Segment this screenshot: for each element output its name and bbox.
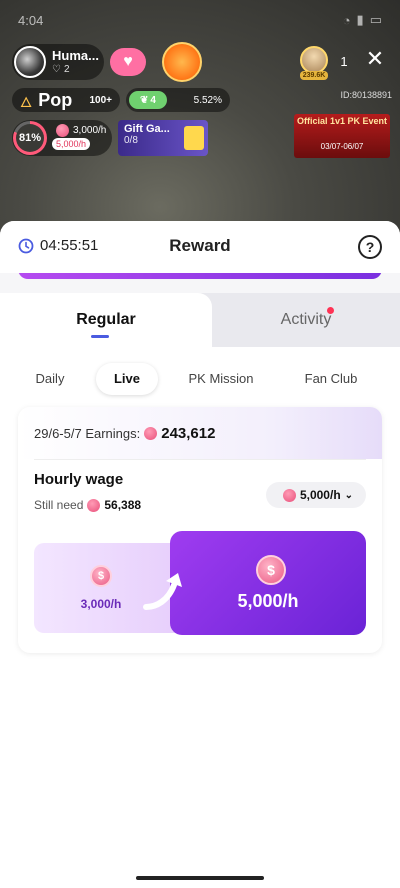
viewer-tag: 239.6K — [300, 71, 328, 80]
level-pill[interactable]: ❦ 4 5.52% — [126, 88, 230, 112]
popularity-rank: 100+ — [89, 94, 112, 106]
sheet-title: Reward — [169, 236, 231, 255]
tab-bar: Regular Activity — [0, 293, 400, 347]
dollar-coin-icon: $ — [90, 565, 112, 587]
gift-icon — [184, 126, 204, 150]
divider — [34, 459, 366, 460]
earnings-row: 29/6-5/7 Earnings: 243,612 — [18, 407, 382, 459]
crown-badge-icon[interactable] — [162, 42, 202, 82]
subtab-fan-club[interactable]: Fan Club — [296, 363, 366, 395]
goal-target: 5,000/h — [52, 138, 91, 151]
flame-icon: 🜂 — [20, 93, 33, 110]
host-avatar[interactable] — [14, 46, 46, 78]
sheet-header: 04:55:51 Reward ? — [0, 221, 400, 273]
coin-icon — [87, 498, 101, 512]
subtab-pk-mission[interactable]: PK Mission — [176, 363, 266, 395]
follow-button[interactable]: ♥ — [110, 48, 146, 76]
help-button[interactable]: ? — [358, 235, 382, 259]
status-bar: 4:04 ◔ ▮ ▭ — [0, 0, 400, 40]
rate-dropdown[interactable]: 5,000/h ⌄ — [266, 482, 366, 508]
chevron-down-icon: ⌄ — [344, 489, 354, 501]
still-need-row: Still need 56,388 — [34, 498, 141, 512]
level-value: 4 — [150, 94, 156, 106]
sheet-body: Daily Live PK Mission Fan Club 29/6-5/7 … — [0, 347, 400, 888]
still-need-value: 56,388 — [104, 498, 142, 512]
host-likes-count: 2 — [63, 63, 70, 75]
reward-sheet: 04:55:51 Reward ? Regular Activity Daily… — [0, 221, 400, 888]
wage-comparison: $ 3,000/h $ 5,000/h — [34, 531, 366, 635]
popularity-label: Pop — [38, 89, 73, 110]
home-indicator[interactable] — [136, 876, 264, 880]
coin-icon — [282, 488, 296, 502]
goal-percent: 81% — [16, 124, 44, 152]
viewer-avatar[interactable] — [300, 46, 328, 74]
dollar-coin-icon: $ — [256, 555, 286, 585]
heart-plus-icon: ♥ — [123, 53, 133, 70]
goal-progress-ring: 81% — [13, 121, 47, 155]
hourly-wage-title: Hourly wage — [34, 471, 124, 488]
earnings-value: 243,612 — [161, 424, 216, 442]
subtab-bar: Daily Live PK Mission Fan Club — [18, 363, 382, 395]
target-wage-rate: 5,000/h — [237, 591, 299, 611]
tab-active-indicator — [91, 335, 109, 338]
goal-rate-value: 3,000/h — [73, 125, 107, 137]
host-likes: ♡ 2 — [52, 64, 99, 75]
battery-icon: ▭ — [369, 12, 382, 27]
subtab-daily[interactable]: Daily — [18, 363, 82, 395]
earnings-label: 29/6-5/7 Earnings: — [34, 425, 141, 441]
host-id: ID:80138891 — [340, 90, 392, 100]
goal-rate: 3,000/h — [52, 124, 106, 138]
leaf-icon: ❦ — [140, 94, 149, 106]
subtab-live[interactable]: Live — [96, 363, 158, 395]
pk-event-banner[interactable]: Official 1v1 PK Event 03/07-06/07 — [294, 114, 390, 158]
status-time: 4:04 — [18, 12, 44, 28]
pk-event-title: Official 1v1 PK Event — [296, 116, 388, 126]
coin-icon — [144, 426, 158, 440]
still-need-label: Still need — [34, 498, 84, 512]
tab-activity[interactable]: Activity — [212, 293, 400, 347]
hourly-wage-card: 29/6-5/7 Earnings: 243,612 Hourly wage S… — [18, 407, 382, 653]
pk-event-dates: 03/07-06/07 — [320, 142, 364, 151]
tab-regular[interactable]: Regular — [0, 293, 212, 347]
status-icons: ◔ ▮ ▭ — [343, 12, 382, 28]
goal-pill[interactable]: 81% 3,000/h 5,000/h — [12, 120, 112, 156]
gift-game-card[interactable]: Gift Ga... 0/8 — [118, 120, 208, 156]
rate-selected: 5,000/h — [299, 488, 341, 502]
host-info[interactable]: Huma... ♡ 2 — [12, 44, 104, 80]
close-icon[interactable]: ✕ — [364, 48, 386, 70]
wifi-icon: ◔ — [342, 12, 351, 28]
popularity-pill[interactable]: 🜂 Pop 100+ — [12, 88, 120, 112]
help-icon: ? — [365, 239, 375, 255]
signal-icon: ▮ — [356, 12, 364, 27]
upgrade-arrow-icon — [143, 573, 182, 610]
notification-dot — [327, 307, 334, 314]
host-name: Huma... — [52, 48, 99, 64]
target-wage-box: $ 5,000/h — [170, 531, 366, 635]
viewer-count[interactable]: 1 — [334, 54, 354, 69]
level-badge: ❦ 4 — [129, 91, 167, 109]
coin-icon — [56, 124, 69, 138]
heart-icon: ♡ — [52, 63, 61, 75]
level-percent: 5.52% — [193, 94, 222, 106]
